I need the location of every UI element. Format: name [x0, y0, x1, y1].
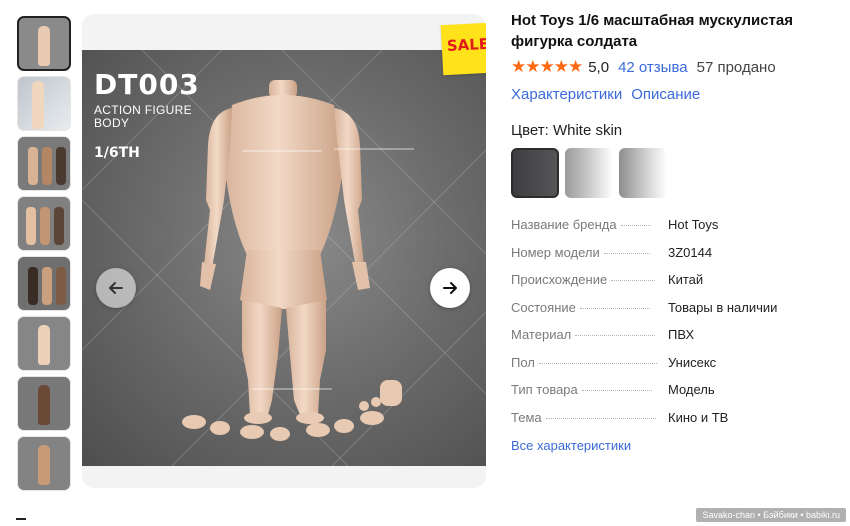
rating-value: 5,0 [588, 58, 610, 76]
specs-list: Название бренда Hot Toys Номер модели 3Z… [511, 217, 831, 437]
tab-description[interactable]: Описание [631, 86, 700, 103]
spec-leader-dots [545, 417, 656, 419]
info-tabs: Характеристики Описание [511, 86, 831, 103]
spec-value: Hot Toys [668, 217, 719, 232]
spec-key: Название бренда [511, 217, 617, 232]
thumbnail-6[interactable] [17, 316, 71, 371]
thumbnail-8[interactable] [17, 436, 71, 491]
thumbnail-figure [42, 147, 52, 185]
rating-row: ★★★★★ 5,0 42 отзыва 57 продано [511, 57, 831, 77]
spec-leader-dots [579, 307, 650, 309]
thumbnail-4[interactable] [17, 196, 71, 251]
thumbnail-5[interactable] [17, 256, 71, 311]
image-scale: 1/6TH [94, 145, 140, 161]
spec-key: Пол [511, 354, 535, 370]
spec-value: Модель [668, 382, 715, 397]
color-label: Цвет: White skin [511, 122, 623, 139]
thumbnail-figure [28, 147, 38, 185]
image-title: DT003 [94, 68, 200, 101]
reviews-link[interactable]: 42 отзыва [618, 59, 688, 76]
thumbnail-2[interactable] [17, 76, 71, 131]
spec-leader-dots [611, 280, 656, 281]
thumbnail-figure [28, 267, 38, 305]
thumbnail-figure [26, 207, 36, 245]
spec-value: Китай [668, 272, 704, 287]
spec-row: Пол Унисекс [511, 355, 831, 383]
spec-row: Номер модели 3Z0144 [511, 245, 831, 273]
spec-key: Материал [511, 327, 572, 342]
thumbnail-figure [31, 81, 44, 129]
spec-value: Кино и ТВ [668, 409, 729, 425]
product-info: Hot Toys 1/6 масштабная мускулистая фигу… [511, 10, 831, 453]
thumbnail-figure [54, 207, 64, 245]
thumbnail-figure [42, 267, 52, 305]
star-rating-icon: ★★★★★ [511, 57, 583, 76]
spec-key: Номер модели [511, 244, 600, 260]
sale-badge: SALE [440, 22, 486, 76]
next-image-button[interactable] [430, 268, 470, 308]
spec-row: Тема Кино и ТВ [511, 410, 831, 438]
arrow-right-icon [443, 282, 457, 294]
spec-key: Происхождение [511, 272, 608, 287]
sold-count: 57 продано [696, 58, 776, 76]
thumbnail-figure [38, 445, 50, 485]
spec-value: Товары в наличии [668, 299, 778, 315]
spec-key: Состояние [511, 299, 576, 315]
watermark: Savako-chan • Бэйбики • babiki.ru [696, 508, 846, 522]
spec-leader-dots [538, 362, 657, 364]
thumbnail-7[interactable] [17, 376, 71, 431]
main-product-image: DT003 ACTION FIGURE BODY 1/6TH SALE [82, 14, 486, 488]
color-swatch[interactable] [619, 148, 667, 198]
color-swatch[interactable] [565, 148, 613, 198]
tab-characteristics[interactable]: Характеристики [511, 86, 622, 103]
spec-key: Тема [511, 409, 542, 425]
thumbnail-figure [56, 147, 66, 185]
thumbnail-3[interactable] [17, 136, 71, 191]
spec-row: Состояние Товары в наличии [511, 300, 831, 328]
thumbnail-figure [38, 325, 50, 365]
spec-row: Происхождение Китай [511, 272, 831, 300]
thumbnail-figure [56, 267, 66, 305]
thumbnail-figure [38, 385, 50, 425]
color-swatches [511, 148, 831, 198]
spec-row: Тип товара Модель [511, 382, 831, 410]
sale-badge-text: SALE [446, 34, 486, 55]
spec-row: Материал ПВХ [511, 327, 831, 355]
previous-image-button[interactable] [96, 268, 136, 308]
spec-leader-dots [575, 335, 656, 336]
product-title: Hot Toys 1/6 масштабная мускулистая фигу… [511, 12, 793, 50]
spec-key: Тип товара [511, 382, 578, 397]
spec-leader-dots [603, 252, 650, 254]
image-subtitle: ACTION FIGURE BODY [94, 104, 192, 130]
thumbnail-list [17, 16, 71, 496]
spec-value: Унисекс [668, 354, 717, 370]
spec-value: 3Z0144 [668, 244, 713, 260]
thumbnail-figure [40, 207, 50, 245]
next-section-heading-fragment [16, 518, 26, 526]
image-subtitle-line2: BODY [94, 116, 130, 130]
thumbnail-1[interactable] [17, 16, 71, 71]
product-photo: DT003 ACTION FIGURE BODY 1/6TH [82, 50, 486, 466]
arrow-left-icon [109, 282, 123, 294]
spec-row: Название бренда Hot Toys [511, 217, 831, 245]
spec-leader-dots [581, 390, 652, 391]
spec-value: ПВХ [668, 327, 695, 342]
all-specs-link[interactable]: Все характеристики [511, 438, 831, 453]
color-swatch-selected[interactable] [511, 148, 559, 198]
thumbnail-figure [38, 26, 50, 66]
spec-leader-dots [620, 225, 651, 226]
